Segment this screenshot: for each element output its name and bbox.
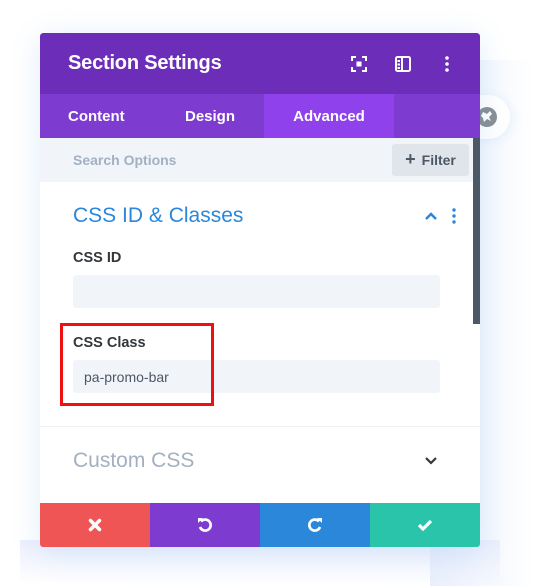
section-custom-css-header[interactable]: Custom CSS [40,427,480,495]
redo-icon [308,518,322,532]
redo-button[interactable] [260,503,370,547]
save-button[interactable] [370,503,480,547]
css-id-field[interactable] [73,275,440,308]
tab-bar: Content Design Advanced [40,94,480,138]
more-options-icon[interactable] [438,55,456,73]
css-class-label: CSS Class [73,335,146,351]
tab-content[interactable]: Content [40,94,152,138]
chevron-up-icon[interactable] [424,211,438,221]
modal-title: Section Settings [68,52,222,74]
tab-design[interactable]: Design [152,94,264,138]
more-options-icon[interactable] [452,208,456,224]
tab-advanced[interactable]: Advanced [264,94,394,138]
css-id-label: CSS ID [73,250,122,266]
settings-modal: Section Settings Content Design Advanced… [40,33,480,547]
search-bar: + Filter [40,138,480,182]
chevron-down-icon[interactable] [424,456,438,466]
modal-header[interactable]: Section Settings [40,33,480,94]
section-title: Custom CSS [73,449,195,472]
sidebar-toggle-icon[interactable] [394,55,412,73]
checkmark-icon [417,519,433,532]
filter-label: Filter [421,152,456,168]
section-title: CSS ID & Classes [73,204,244,227]
plus-icon: + [405,149,416,169]
settings-body: CSS ID & Classes CSS ID CSS Class Custom… [40,182,480,495]
filter-button[interactable]: + Filter [392,144,469,176]
search-input[interactable] [73,152,392,168]
undo-button[interactable] [150,503,260,547]
section-css-id-classes-header[interactable]: CSS ID & Classes [40,182,480,250]
undo-icon [198,518,212,532]
modal-footer [40,503,480,547]
discard-button[interactable] [40,503,150,547]
close-icon [88,518,102,532]
expand-icon[interactable] [350,55,368,73]
css-class-field[interactable] [73,360,440,393]
